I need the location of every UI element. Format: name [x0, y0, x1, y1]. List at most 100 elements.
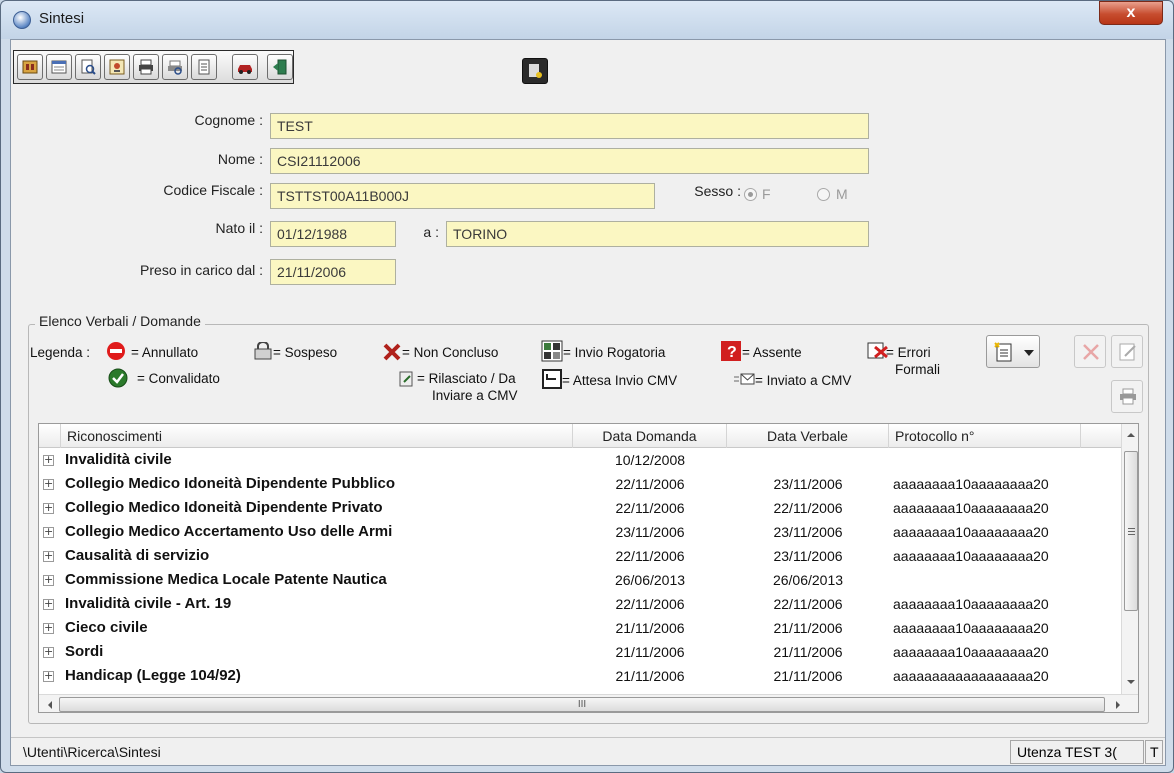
data-verbale-cell: 21/11/2006 [773, 620, 843, 636]
inviato-cmv-icon [734, 373, 755, 385]
sospeso-icon [254, 342, 272, 360]
scroll-left-icon[interactable] [47, 700, 53, 710]
expand-plus-icon[interactable]: + [43, 502, 54, 514]
data-domanda-cell: 22/11/2006 [615, 596, 685, 612]
header-spacer [1081, 424, 1121, 448]
data-domanda-cell: 21/11/2006 [615, 668, 685, 684]
column-protocollo[interactable]: Protocollo n° [889, 424, 1081, 448]
legend-prefix: Legenda : [30, 345, 91, 360]
scroll-up-icon[interactable] [1126, 432, 1136, 438]
nato-il-label: Nato il : [215, 220, 263, 236]
sesso-m-radio[interactable] [817, 188, 830, 201]
data-domanda-cell: 10/12/2008 [614, 452, 686, 468]
table-row[interactable]: + Invalidità civile 10/12/2008 [39, 449, 1121, 473]
legend-rilasciato-1: = Rilasciato / Da [417, 371, 516, 386]
table-row[interactable]: + Causalità di servizio 22/11/2006 23/11/20… [39, 545, 1121, 569]
settings-report-icon[interactable] [522, 58, 548, 84]
data-verbale-cell [727, 449, 889, 473]
legend-errori-1: = Errori [886, 345, 931, 360]
codice-fiscale-label: Codice Fiscale : [163, 182, 263, 198]
luogo-field[interactable]: TORINO [446, 221, 869, 247]
notes-icon[interactable] [191, 54, 217, 80]
expand-plus-icon[interactable]: + [43, 478, 54, 490]
certificate-icon[interactable] [104, 54, 130, 80]
new-document-button[interactable] [986, 335, 1040, 368]
title-bar[interactable]: Sintesi x [1, 1, 1173, 39]
delete-button[interactable] [1074, 335, 1106, 368]
protocollo-cell: aaaaaaaa10aaaaaaaa20 [893, 548, 1049, 564]
legend-sospeso: = Sospeso [273, 345, 338, 360]
expand-plus-icon[interactable]: + [43, 526, 54, 538]
codice-fiscale-field[interactable]: TSTTST00A11B000J [270, 183, 655, 209]
attesa-invio-icon [542, 369, 562, 389]
sesso-f-radio[interactable] [744, 188, 757, 201]
invio-rogatoria-icon [541, 340, 563, 362]
legend-attesa: = Attesa Invio CMV [562, 373, 678, 388]
rilasciato-icon [399, 371, 413, 387]
patient-card-icon[interactable] [17, 54, 43, 80]
grip-icon [1128, 528, 1135, 529]
exit-door-icon[interactable] [267, 54, 293, 80]
column-riconoscimenti[interactable]: Riconoscimenti [61, 424, 573, 448]
data-verbale-cell: 23/11/2006 [773, 476, 843, 492]
column-data-domanda[interactable]: Data Domanda [573, 424, 727, 448]
expand-plus-icon[interactable]: + [43, 550, 54, 562]
protocollo-cell: aaaaaaaa10aaaaaaaa20 [893, 500, 1049, 516]
protocollo-cell: aaaaaaaa10aaaaaaaa20 [893, 596, 1049, 612]
printer-grey-icon [1120, 388, 1136, 405]
print-preview-icon[interactable] [162, 54, 188, 80]
cognome-field[interactable]: TEST [270, 113, 869, 139]
table-row[interactable]: + Commissione Medica Locale Patente Nauti… [39, 569, 1121, 593]
riconoscimento-cell: Collegio Medico Idoneità Dipendente Priv… [65, 499, 383, 516]
calendar-icon[interactable] [46, 54, 72, 80]
expand-plus-icon[interactable]: + [43, 646, 54, 658]
sintesi-window: Sintesi x Cognome: TEST Nome: CSI21112… [0, 0, 1174, 773]
expand-plus-icon[interactable]: + [43, 574, 54, 586]
table-row[interactable]: + Cieco civile 21/11/2006 21/11/2006 aaaaaaa… [39, 617, 1121, 641]
vertical-scroll-thumb[interactable] [1124, 451, 1138, 611]
scroll-right-icon[interactable] [1115, 700, 1121, 710]
print-list-button[interactable] [1111, 380, 1143, 413]
table-row[interactable]: + Sordi 21/11/2006 21/11/2006 aaaaaaaa10aaaa… [39, 641, 1121, 665]
expand-plus-icon[interactable]: + [43, 598, 54, 610]
vertical-scrollbar[interactable] [1121, 424, 1138, 694]
horizontal-scrollbar[interactable]: III [39, 694, 1138, 712]
printer-icon[interactable] [133, 54, 159, 80]
legend-inviato: = Inviato a CMV [755, 373, 852, 388]
edit-button[interactable] [1111, 335, 1143, 368]
header-expander [39, 424, 61, 448]
table-row[interactable]: + Handicap (Legge 104/92) 21/11/2006 21/11/… [39, 665, 1121, 689]
annullato-icon [107, 342, 125, 360]
expand-plus-icon[interactable]: + [43, 670, 54, 682]
nato-il-field[interactable]: 01/12/1988 [270, 221, 396, 247]
riconoscimento-cell: Collegio Medico Idoneità Dipendente Pubb… [65, 475, 396, 492]
non-concluso-icon [383, 343, 401, 361]
car-icon[interactable] [232, 54, 258, 80]
riconoscimento-cell: Collegio Medico Accertamento Uso delle A… [65, 523, 393, 540]
column-data-verbale[interactable]: Data Verbale [727, 424, 889, 448]
nome-field[interactable]: CSI21112006 [270, 148, 869, 174]
close-button[interactable]: x [1099, 1, 1163, 25]
toolbar-group-1 [13, 50, 294, 84]
client-area: Cognome : TEST Nome : CSI21112006 Codice… [10, 39, 1166, 766]
table-row[interactable]: + Collegio Medico Accertamento Uso delle … [39, 521, 1121, 545]
horizontal-scroll-thumb[interactable]: III [59, 697, 1105, 712]
search-document-icon[interactable] [75, 54, 101, 80]
expand-plus-icon[interactable]: + [43, 454, 54, 466]
preso-in-carico-field[interactable]: 21/11/2006 [270, 259, 396, 285]
chevron-down-icon[interactable] [1023, 349, 1035, 357]
svg-text:?: ? [727, 344, 737, 361]
data-verbale-cell: 22/11/2006 [773, 500, 843, 516]
table-row[interactable]: + Invalidità civile - Art. 19 22/11/2006 22… [39, 593, 1121, 617]
riconoscimento-cell: Cieco civile [65, 619, 148, 636]
riconoscimento-cell: Commissione Medica Locale Patente Nautic… [65, 571, 387, 588]
table-row[interactable]: + Collegio Medico Idoneità Dipendente Pub… [39, 473, 1121, 497]
expand-plus-icon[interactable]: + [43, 622, 54, 634]
protocollo-cell: aaaaaaaa10aaaaaaaa20 [893, 620, 1049, 636]
convalidato-icon [108, 368, 128, 388]
table-row[interactable]: + Collegio Medico Idoneità Dipendente Pri… [39, 497, 1121, 521]
scroll-down-icon[interactable] [1126, 679, 1136, 685]
protocollo-cell: aaaaaaaa10aaaaaaaa20 [893, 524, 1049, 540]
legend-assente: = Assente [742, 345, 802, 360]
app-icon [13, 11, 31, 29]
